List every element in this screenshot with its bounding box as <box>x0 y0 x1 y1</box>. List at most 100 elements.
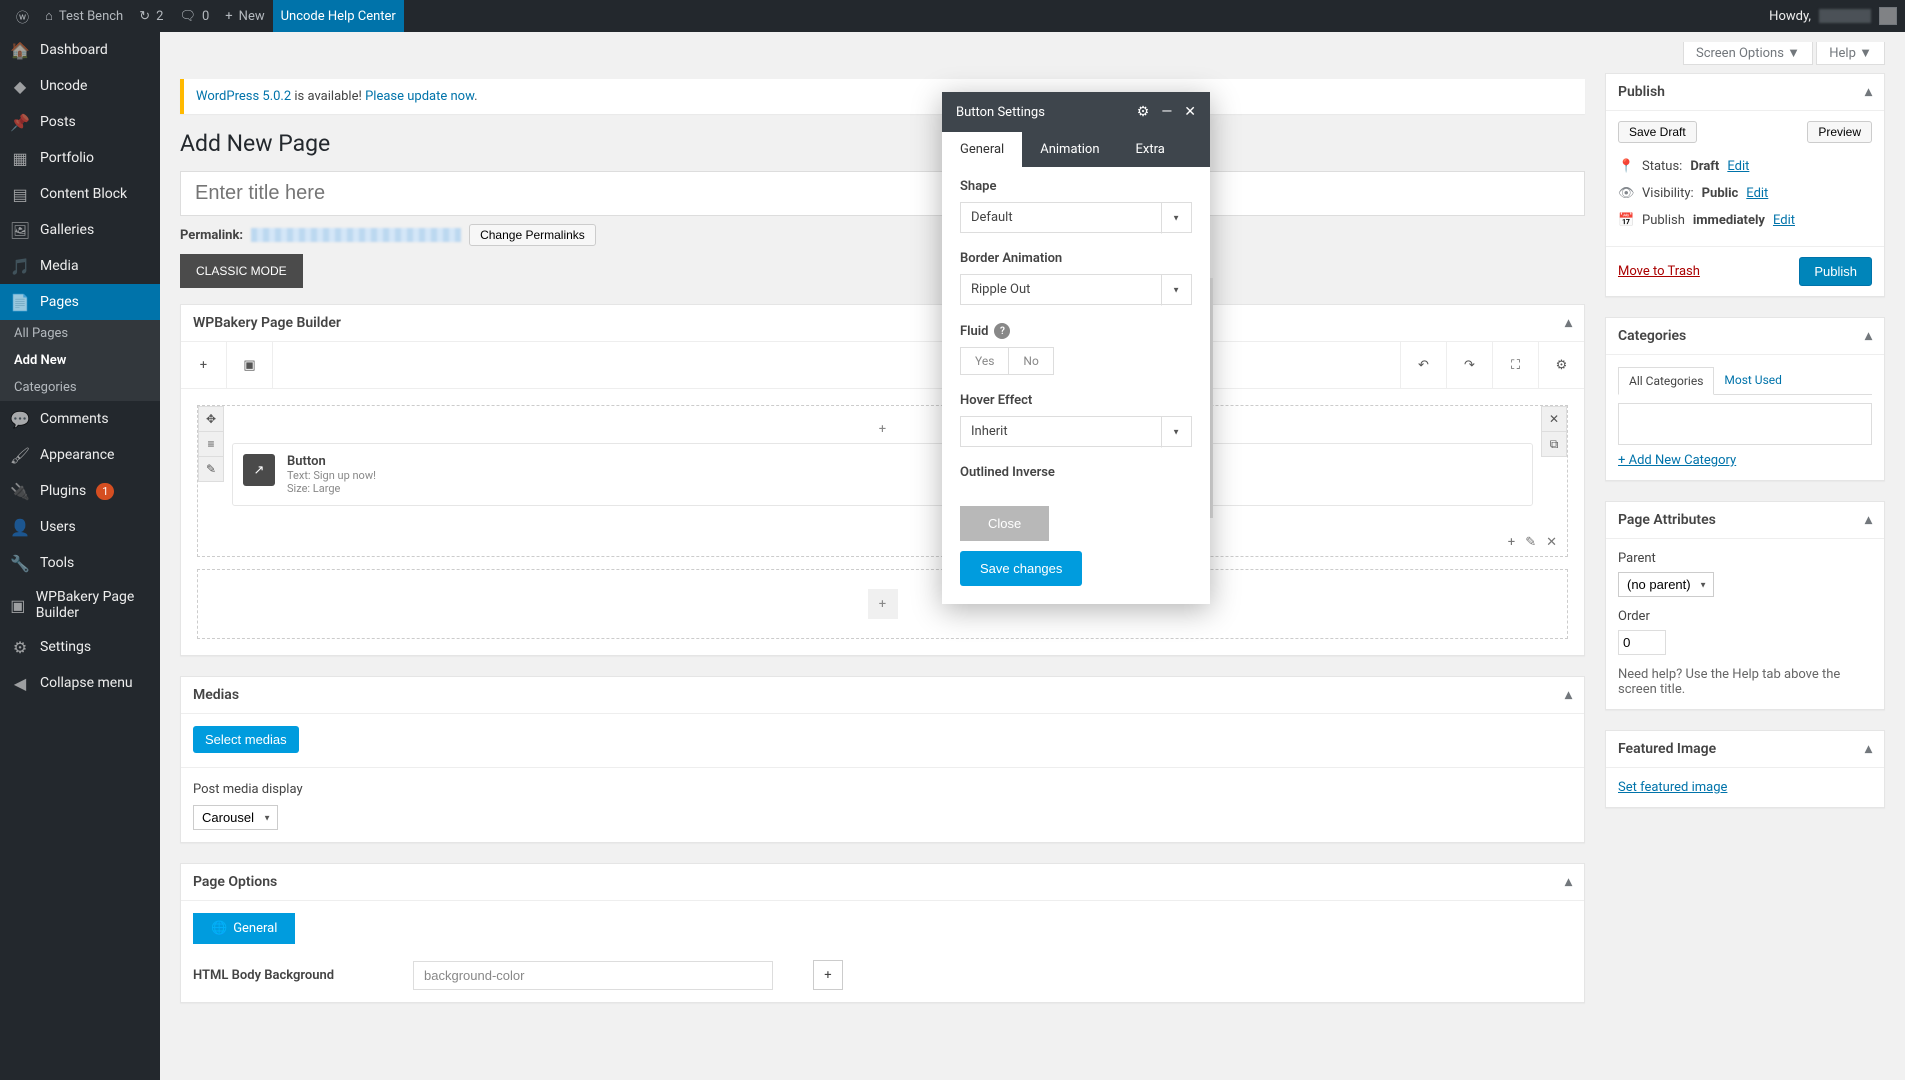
col-add[interactable]: + <box>1508 535 1515 550</box>
submenu-all-pages[interactable]: All Pages <box>0 320 160 347</box>
modal-tab-animation[interactable]: Animation <box>1022 132 1117 167</box>
row-edit[interactable]: ✎ <box>198 456 224 482</box>
panel-toggle-icon[interactable]: ▴ <box>1865 328 1872 344</box>
menu-users[interactable]: 👤Users <box>0 509 160 545</box>
menu-posts[interactable]: 📌Posts <box>0 104 160 140</box>
bg-add-button[interactable]: + <box>813 960 843 990</box>
publish-button[interactable]: Publish <box>1799 257 1872 286</box>
tab-most-used[interactable]: Most Used <box>1714 367 1792 394</box>
change-permalinks-button[interactable]: Change Permalinks <box>469 224 596 246</box>
modal-save-button[interactable]: Save changes <box>960 551 1082 586</box>
menu-tools[interactable]: 🔧Tools <box>0 545 160 581</box>
permalink-label: Permalink: <box>180 228 243 243</box>
panel-toggle-icon[interactable]: ▴ <box>1865 512 1872 528</box>
uncode-help-center[interactable]: Uncode Help Center <box>273 0 404 32</box>
media-icon: 🎵 <box>10 256 30 276</box>
preview-button[interactable]: Preview <box>1807 121 1872 143</box>
panel-toggle-icon[interactable]: ▴ <box>1565 315 1572 331</box>
post-title-input[interactable] <box>180 171 1585 216</box>
wp-logo[interactable]: ⓦ <box>8 0 37 32</box>
menu-comments[interactable]: 💬Comments <box>0 401 160 437</box>
menu-plugins[interactable]: 🔌Plugins 1 <box>0 473 160 509</box>
html-body-bg-input[interactable] <box>413 961 773 990</box>
modal-tab-general[interactable]: General <box>942 132 1022 167</box>
tab-all-categories[interactable]: All Categories <box>1618 367 1714 395</box>
hover-effect-select[interactable]: Inherit <box>960 416 1192 447</box>
element-name: Button <box>287 454 376 469</box>
wpbakery-panel-title: WPBakery Page Builder <box>193 315 341 331</box>
vc-settings[interactable]: ⚙ <box>1538 342 1584 388</box>
border-animation-select[interactable]: Ripple Out <box>960 274 1192 305</box>
categories-title: Categories <box>1618 328 1686 344</box>
shape-select[interactable]: Default <box>960 202 1192 233</box>
menu-galleries[interactable]: 🖼Galleries <box>0 212 160 248</box>
button-settings-modal: Button Settings ⚙ — ✕ General Animation … <box>942 92 1210 604</box>
modal-body[interactable]: Shape Default Border Animation Ripple Ou… <box>942 167 1210 494</box>
row-add-before[interactable]: + <box>232 416 1533 443</box>
menu-pages[interactable]: 📄Pages <box>0 284 160 320</box>
row-move[interactable]: ✥ <box>198 406 224 432</box>
avatar[interactable] <box>1879 7 1897 25</box>
post-media-display-select[interactable]: Carousel <box>193 805 278 830</box>
menu-portfolio[interactable]: ▦Portfolio <box>0 140 160 176</box>
update-now-link[interactable]: Please update now <box>365 89 474 104</box>
order-input[interactable] <box>1618 630 1666 655</box>
columns-icon: ≡ <box>207 437 214 451</box>
vc-redo[interactable]: ↷ <box>1446 342 1492 388</box>
classic-mode-button[interactable]: CLASSIC MODE <box>180 254 303 288</box>
help-tab[interactable]: Help ▼ <box>1816 42 1885 65</box>
comments-item[interactable]: 🗨0 <box>171 0 217 32</box>
undo-icon: ↶ <box>1418 358 1429 373</box>
add-row-button[interactable]: + <box>868 589 898 619</box>
row-columns[interactable]: ≡ <box>198 431 224 457</box>
move-to-trash-link[interactable]: Move to Trash <box>1618 264 1700 279</box>
vc-button-element[interactable]: ↗ Button Text: Sign up now! Size: Large <box>232 443 1533 506</box>
edit-date-link[interactable]: Edit <box>1773 213 1795 228</box>
collapse-menu[interactable]: ◀Collapse menu <box>0 665 160 701</box>
panel-toggle-icon[interactable]: ▴ <box>1865 84 1872 100</box>
menu-content-block[interactable]: ▤Content Block <box>0 176 160 212</box>
panel-toggle-icon[interactable]: ▴ <box>1565 687 1572 703</box>
menu-appearance[interactable]: 🖌Appearance <box>0 437 160 473</box>
modal-settings-icon[interactable]: ⚙ <box>1137 104 1150 120</box>
page-options-general-tab[interactable]: 🌐General <box>193 913 295 944</box>
username-redacted <box>1819 9 1871 23</box>
help-icon[interactable]: ? <box>994 323 1010 339</box>
menu-settings[interactable]: ⚙Settings <box>0 629 160 665</box>
parent-select[interactable]: (no parent) <box>1618 572 1714 597</box>
wp-version-link[interactable]: WordPress 5.0.2 <box>196 89 291 104</box>
menu-wpbakery[interactable]: ▣WPBakery Page Builder <box>0 581 160 629</box>
vc-undo[interactable]: ↶ <box>1400 342 1446 388</box>
modal-close-button[interactable]: Close <box>960 506 1049 541</box>
modal-close-icon[interactable]: ✕ <box>1184 104 1196 120</box>
submenu-categories[interactable]: Categories <box>0 374 160 401</box>
menu-uncode[interactable]: ◆Uncode <box>0 68 160 104</box>
menu-media[interactable]: 🎵Media <box>0 248 160 284</box>
modal-minimize-icon[interactable]: — <box>1161 104 1172 120</box>
menu-dashboard[interactable]: 🏠Dashboard <box>0 32 160 68</box>
col-edit[interactable]: ✎ <box>1525 535 1536 550</box>
fluid-no[interactable]: No <box>1009 347 1053 375</box>
edit-status-link[interactable]: Edit <box>1727 159 1749 174</box>
select-medias-button[interactable]: Select medias <box>193 726 299 753</box>
site-name-item[interactable]: ⌂Test Bench <box>37 0 131 32</box>
save-draft-button[interactable]: Save Draft <box>1618 121 1697 143</box>
vc-fullscreen[interactable]: ⛶ <box>1492 342 1538 388</box>
submenu-add-new[interactable]: Add New <box>0 347 160 374</box>
uncode-icon: ◆ <box>10 76 30 96</box>
screen-options-tab[interactable]: Screen Options ▼ <box>1683 42 1813 65</box>
panel-toggle-icon[interactable]: ▴ <box>1865 741 1872 757</box>
row-clone[interactable]: ⧉ <box>1541 431 1567 457</box>
updates-item[interactable]: ↻2 <box>131 0 171 32</box>
row-delete[interactable]: ✕ <box>1541 406 1567 432</box>
new-content-item[interactable]: +New <box>217 0 272 32</box>
col-delete[interactable]: ✕ <box>1546 535 1557 550</box>
fluid-yes[interactable]: Yes <box>960 347 1009 375</box>
vc-templates[interactable]: ▣ <box>227 342 273 388</box>
modal-tab-extra[interactable]: Extra <box>1118 132 1183 167</box>
set-featured-image-link[interactable]: Set featured image <box>1618 780 1727 795</box>
panel-toggle-icon[interactable]: ▴ <box>1565 874 1572 890</box>
edit-visibility-link[interactable]: Edit <box>1746 186 1768 201</box>
add-new-category-link[interactable]: + Add New Category <box>1618 453 1736 468</box>
vc-add-element[interactable]: + <box>181 342 227 388</box>
